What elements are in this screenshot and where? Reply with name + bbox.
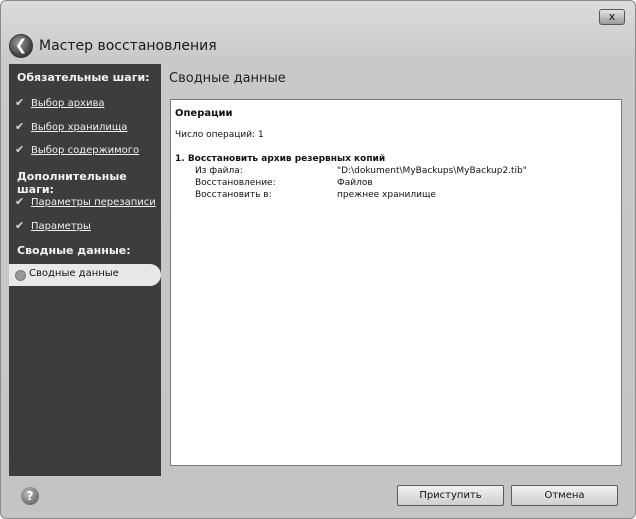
- step-title: 1. Восстановить архив резервных копий: [175, 154, 386, 164]
- proceed-button[interactable]: Приступить: [397, 485, 504, 506]
- detail-row-restore-type: Восстановление: Файлов: [195, 178, 373, 188]
- sidebar-item-select-archive[interactable]: ✔ Выбор архива: [15, 96, 104, 109]
- detail-value: "D:\dokument\MyBackups\MyBackup2.tib": [337, 166, 527, 176]
- sidebar-item-options[interactable]: ✔ Параметры: [15, 219, 91, 232]
- detail-label: Из файла:: [195, 166, 243, 176]
- section-additional-heading: Дополнительные шаги:: [17, 170, 127, 196]
- bullet-icon: [15, 270, 26, 281]
- checkmark-icon: ✔: [15, 219, 25, 232]
- section-required-heading: Обязательные шаги:: [17, 71, 150, 84]
- close-button[interactable]: x: [599, 9, 625, 25]
- checkmark-icon: ✔: [15, 120, 25, 133]
- checkmark-icon: ✔: [15, 96, 25, 109]
- operations-count: Число операций: 1: [175, 130, 264, 140]
- sidebar-item-select-storage[interactable]: ✔ Выбор хранилища: [15, 120, 127, 133]
- sidebar: Обязательные шаги: ✔ Выбор архива ✔ Выбор …: [9, 64, 161, 476]
- section-summary-heading: Сводные данные:: [17, 244, 131, 257]
- detail-value: прежнее хранилище: [337, 190, 436, 200]
- sidebar-lower: [9, 286, 161, 476]
- detail-label: Восстановить в:: [195, 190, 272, 200]
- detail-value: Файлов: [337, 178, 373, 188]
- detail-label: Восстановление:: [195, 178, 276, 188]
- close-icon: x: [608, 10, 616, 23]
- sidebar-item-overwrite-options[interactable]: ✔ Параметры перезаписи: [15, 195, 156, 208]
- operations-title: Операции: [175, 108, 233, 119]
- checkmark-icon: ✔: [15, 195, 25, 208]
- back-arrow-icon[interactable]: ❮: [9, 34, 33, 58]
- wizard-window: x ❮ Мастер восстановления Обязательные ш…: [0, 0, 636, 519]
- checkmark-icon: ✔: [15, 143, 25, 156]
- help-icon[interactable]: ?: [21, 487, 39, 505]
- sidebar-item-select-content[interactable]: ✔ Выбор содержимого: [15, 143, 139, 156]
- detail-row-source: Из файла: "D:\dokument\MyBackups\MyBacku…: [195, 166, 527, 176]
- wizard-footer: ? Приступить Отмена: [1, 477, 635, 517]
- panel-title: Сводные данные: [169, 71, 286, 86]
- summary-content: Операции Число операций: 1 1. Восстанови…: [170, 99, 622, 466]
- cancel-button[interactable]: Отмена: [511, 485, 618, 506]
- sidebar-item-summary[interactable]: Сводные данные: [9, 264, 161, 286]
- window-title: Мастер восстановления: [39, 38, 217, 54]
- detail-row-destination: Восстановить в: прежнее хранилище: [195, 190, 436, 200]
- wizard-header: ❮ Мастер восстановления: [1, 29, 635, 61]
